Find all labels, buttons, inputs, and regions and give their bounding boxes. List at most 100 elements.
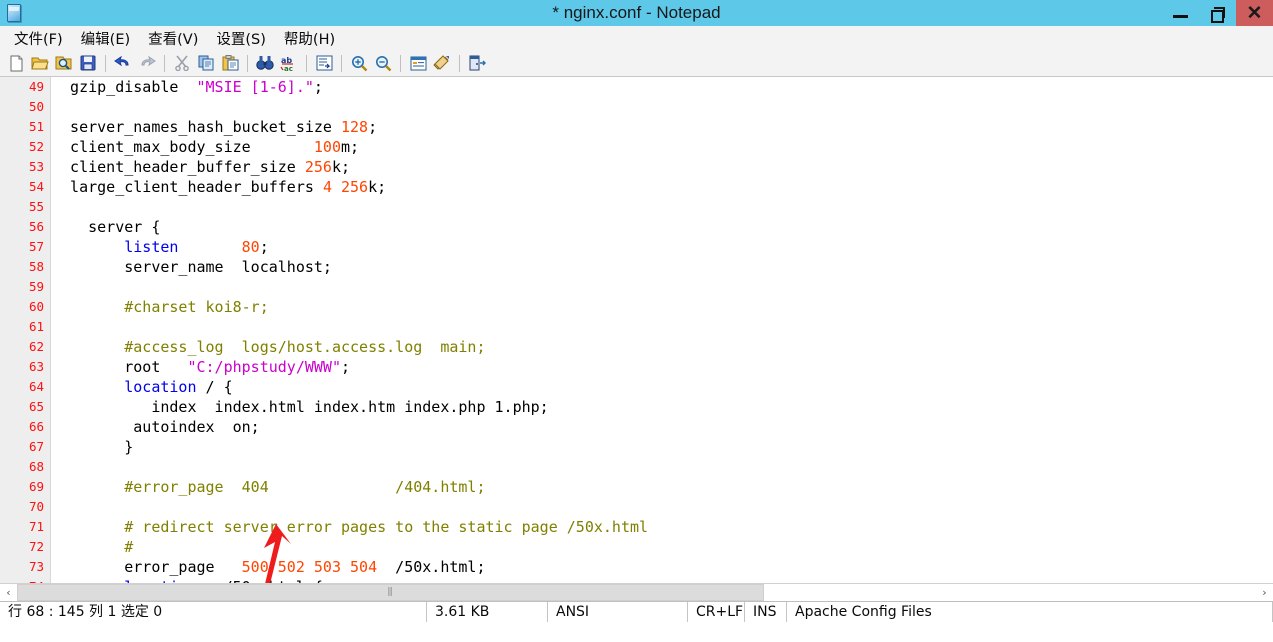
line-number: 53 <box>28 159 44 174</box>
code-line[interactable]: autoindex on; <box>52 417 1273 437</box>
line-number: 70 <box>28 499 44 514</box>
code-token-str: "C:/phpstudy/WWW" <box>187 358 341 376</box>
horizontal-scrollbar[interactable]: ‹ ⫼ › <box>0 583 1273 601</box>
code-token-num: 256 <box>304 158 332 176</box>
scrollbar-thumb[interactable]: ⫼ <box>17 584 764 601</box>
code-line[interactable] <box>52 457 1273 477</box>
code-token-def: /50x.html; <box>377 558 486 576</box>
code-line[interactable]: client_header_buffer_size 256k; <box>52 157 1273 177</box>
code-token-def: index index.html index.htm index.php 1.p… <box>52 398 549 416</box>
maximize-button[interactable] <box>1199 0 1236 26</box>
code-token-def: m; <box>341 138 360 156</box>
menu-help[interactable]: 帮助(H) <box>275 26 344 51</box>
open-folder-icon[interactable] <box>28 52 52 74</box>
status-bar: 行 68 : 145 列 1 选定 0 3.61 KB ANSI CR+LF INS Ap… <box>0 601 1273 622</box>
scrollbar-track[interactable]: ⫼ <box>17 584 1256 601</box>
undo-icon[interactable] <box>111 52 135 74</box>
code-line[interactable]: listen 80; <box>52 237 1273 257</box>
code-line[interactable] <box>52 97 1273 117</box>
cut-scissors-icon[interactable] <box>170 52 194 74</box>
toolbar-separator <box>400 54 401 72</box>
ruler-pencil-icon[interactable] <box>430 52 454 74</box>
code-line[interactable]: error_page 500 502 503 504 /50x.html; <box>52 557 1273 577</box>
line-number: 63 <box>28 359 44 374</box>
toolbar-separator <box>247 54 248 72</box>
code-token-num: 128 <box>340 118 369 136</box>
code-line[interactable]: server_name localhost; <box>52 257 1273 277</box>
exit-door-icon[interactable] <box>465 52 489 74</box>
editor-area[interactable]: 49 50 51 52 53 54 55 56 57 58 59 60 61 62 63 64 65 66 67 68… <box>0 77 1273 583</box>
scroll-right-button[interactable]: › <box>1256 584 1273 601</box>
code-line[interactable]: server { <box>52 217 1273 237</box>
line-number-gutter: 49 50 51 52 53 54 55 56 57 58 59 60 61 62 63 64 65 66 67 68… <box>0 77 51 583</box>
find-binoculars-icon[interactable] <box>253 52 277 74</box>
menu-file[interactable]: 文件(F) <box>5 26 72 51</box>
code-token-def: } <box>52 438 134 456</box>
replace-abc-icon[interactable]: ab ac <box>277 52 301 74</box>
line-number: 64 <box>28 379 44 394</box>
code-line[interactable]: client_max_body_size 100m; <box>52 137 1273 157</box>
code-line[interactable]: #charset koi8-r; <box>52 297 1273 317</box>
code-line[interactable]: #error_page 404 /404.html; <box>52 477 1273 497</box>
code-token-def: error_page <box>52 558 242 576</box>
toolbar: ab ac <box>0 50 1273 77</box>
line-number: 71 <box>28 519 44 534</box>
status-encoding: ANSI <box>548 602 688 622</box>
code-line[interactable] <box>52 317 1273 337</box>
notepad-document-icon[interactable] <box>0 0 26 26</box>
save-icon[interactable] <box>76 52 100 74</box>
code-line[interactable]: # redirect server error pages to the sta… <box>52 517 1273 537</box>
code-token-num: 4 256 <box>322 178 369 196</box>
menu-view[interactable]: 查看(V) <box>139 26 207 51</box>
code-token-num: 80 <box>241 238 260 256</box>
code-line[interactable]: # <box>52 537 1273 557</box>
code-line[interactable]: #access_log logs/host.access.log main; <box>52 337 1273 357</box>
zoom-out-icon[interactable] <box>371 52 395 74</box>
title-bar[interactable]: * nginx.conf - Notepad ✕ <box>0 0 1273 26</box>
code-line[interactable]: location / { <box>52 377 1273 397</box>
window-list-icon[interactable] <box>406 52 430 74</box>
line-number: 73 <box>28 559 44 574</box>
code-line[interactable] <box>52 197 1273 217</box>
code-line[interactable]: gzip_disable "MSIE [1-6]."; <box>52 77 1273 97</box>
scroll-left-button[interactable]: ‹ <box>0 584 17 601</box>
code-token-num: 500 502 503 504 <box>241 558 378 576</box>
code-token-com: #access_log logs/host.access.log main; <box>52 338 486 356</box>
menu-settings[interactable]: 设置(S) <box>207 26 275 51</box>
line-number: 67 <box>28 439 44 454</box>
code-token-def: root <box>52 358 188 376</box>
line-number: 66 <box>28 419 44 434</box>
code-line[interactable]: index index.html index.htm index.php 1.p… <box>52 397 1273 417</box>
paste-icon[interactable] <box>218 52 242 74</box>
code-token-def: server { <box>52 218 161 236</box>
code-line[interactable] <box>52 497 1273 517</box>
goto-line-icon[interactable] <box>312 52 336 74</box>
close-button[interactable]: ✕ <box>1236 0 1273 26</box>
code-line[interactable]: location = /50x.html { <box>52 577 1273 583</box>
code-line[interactable]: root "C:/phpstudy/WWW"; <box>52 357 1273 377</box>
code-token-def: server_names_hash_bucket_size <box>52 118 341 136</box>
open-recent-icon[interactable] <box>52 52 76 74</box>
code-line[interactable]: large_client_header_buffers 4 256k; <box>52 177 1273 197</box>
code-text-area[interactable]: gzip_disable "MSIE [1-6]."; server_names… <box>52 77 1273 583</box>
window-title: * nginx.conf - Notepad <box>552 3 721 22</box>
zoom-in-icon[interactable] <box>347 52 371 74</box>
code-token-def: k; <box>368 178 387 196</box>
minimize-button[interactable] <box>1162 0 1199 26</box>
code-line[interactable]: } <box>52 437 1273 457</box>
line-number: 56 <box>28 219 44 234</box>
code-line[interactable] <box>52 277 1273 297</box>
redo-icon[interactable] <box>135 52 159 74</box>
line-number: 54 <box>28 179 44 194</box>
status-file-type: Apache Config Files <box>787 602 1273 622</box>
code-token-def: ; <box>368 118 378 136</box>
status-line-ending: CR+LF <box>688 602 745 622</box>
menu-edit[interactable]: 编辑(E) <box>72 26 139 51</box>
toolbar-separator <box>306 54 307 72</box>
code-token-def: client_header_buffer_size <box>52 158 305 176</box>
new-file-icon[interactable] <box>4 52 28 74</box>
code-line[interactable]: server_names_hash_bucket_size 128; <box>52 117 1273 137</box>
code-token-com: #charset koi8-r; <box>52 298 269 316</box>
line-number: 50 <box>28 99 44 114</box>
copy-icon[interactable] <box>194 52 218 74</box>
